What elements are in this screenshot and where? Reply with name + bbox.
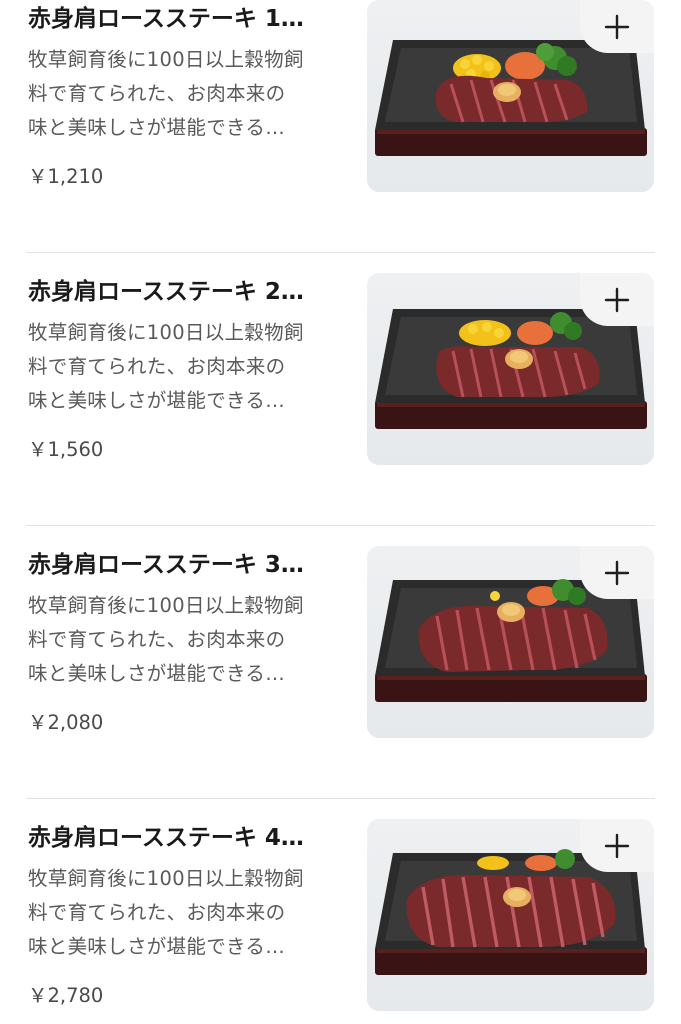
item-description-line: 味と美味しさが堪能できる… [28, 662, 286, 685]
item-title: 赤身肩ロースステーキ 3… [28, 552, 304, 578]
divider [26, 525, 655, 526]
item-description: 牧草飼育後に100日以上穀物飼 料で育てられた、お肉本来の 味と美味しさが堪能で… [28, 589, 353, 691]
item-description-line: 料で育てられた、お肉本来の [28, 901, 286, 924]
divider [26, 252, 655, 253]
item-description-line: 牧草飼育後に100日以上穀物飼 [28, 321, 304, 344]
item-title: 赤身肩ロースステーキ 1… [28, 6, 304, 32]
plus-icon [604, 287, 630, 312]
item-price: ￥2,080 [28, 711, 104, 734]
item-price: ￥2,780 [28, 984, 104, 1007]
plus-icon [604, 560, 630, 585]
add-button[interactable] [580, 273, 654, 326]
item-description-line: 料で育てられた、お肉本来の [28, 82, 286, 105]
item-title: 赤身肩ロースステーキ 2… [28, 279, 304, 305]
menu-item[interactable]: 赤身肩ロースステーキ 2… 牧草飼育後に100日以上穀物飼 料で育てられた、お肉… [0, 253, 681, 525]
item-description: 牧草飼育後に100日以上穀物飼 料で育てられた、お肉本来の 味と美味しさが堪能で… [28, 43, 353, 145]
menu-item[interactable]: 赤身肩ロースステーキ 3… 牧草飼育後に100日以上穀物飼 料で育てられた、お肉… [0, 526, 681, 798]
divider [26, 798, 655, 799]
add-button[interactable] [580, 819, 654, 872]
menu-item[interactable]: 赤身肩ロースステーキ 1… 牧草飼育後に100日以上穀物飼 料で育てられた、お肉… [0, 0, 681, 252]
item-description-line: 牧草飼育後に100日以上穀物飼 [28, 594, 304, 617]
item-description-line: 料で育てられた、お肉本来の [28, 628, 286, 651]
menu-item[interactable]: 赤身肩ロースステーキ 4… 牧草飼育後に100日以上穀物飼 料で育てられた、お肉… [0, 799, 681, 1024]
item-description-line: 味と美味しさが堪能できる… [28, 116, 286, 139]
plus-icon [604, 833, 630, 858]
item-description-line: 牧草飼育後に100日以上穀物飼 [28, 867, 304, 890]
add-button[interactable] [580, 0, 654, 53]
item-description: 牧草飼育後に100日以上穀物飼 料で育てられた、お肉本来の 味と美味しさが堪能で… [28, 862, 353, 964]
item-title: 赤身肩ロースステーキ 4… [28, 825, 304, 851]
item-price: ￥1,210 [28, 165, 104, 188]
menu-list: 赤身肩ロースステーキ 1… 牧草飼育後に100日以上穀物飼 料で育てられた、お肉… [0, 0, 681, 1024]
item-description-line: 牧草飼育後に100日以上穀物飼 [28, 48, 304, 71]
item-description-line: 味と美味しさが堪能できる… [28, 389, 286, 412]
plus-icon [604, 14, 630, 39]
item-description: 牧草飼育後に100日以上穀物飼 料で育てられた、お肉本来の 味と美味しさが堪能で… [28, 316, 353, 418]
item-price: ￥1,560 [28, 438, 104, 461]
add-button[interactable] [580, 546, 654, 599]
item-description-line: 料で育てられた、お肉本来の [28, 355, 286, 378]
item-description-line: 味と美味しさが堪能できる… [28, 935, 286, 958]
